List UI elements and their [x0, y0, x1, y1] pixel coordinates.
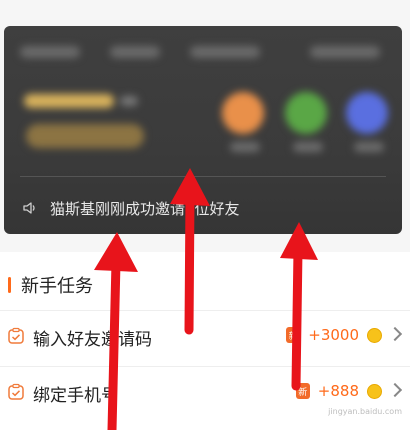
up-arrow-annotation: [280, 222, 318, 391]
page: 猫斯基刚刚成功邀请1位好友 新手任务 输入好友邀请码 新 +3000: [0, 0, 410, 430]
up-arrow-annotation: [94, 232, 138, 430]
annotation-arrows: [94, 168, 318, 430]
up-arrow-annotation: [170, 168, 210, 335]
